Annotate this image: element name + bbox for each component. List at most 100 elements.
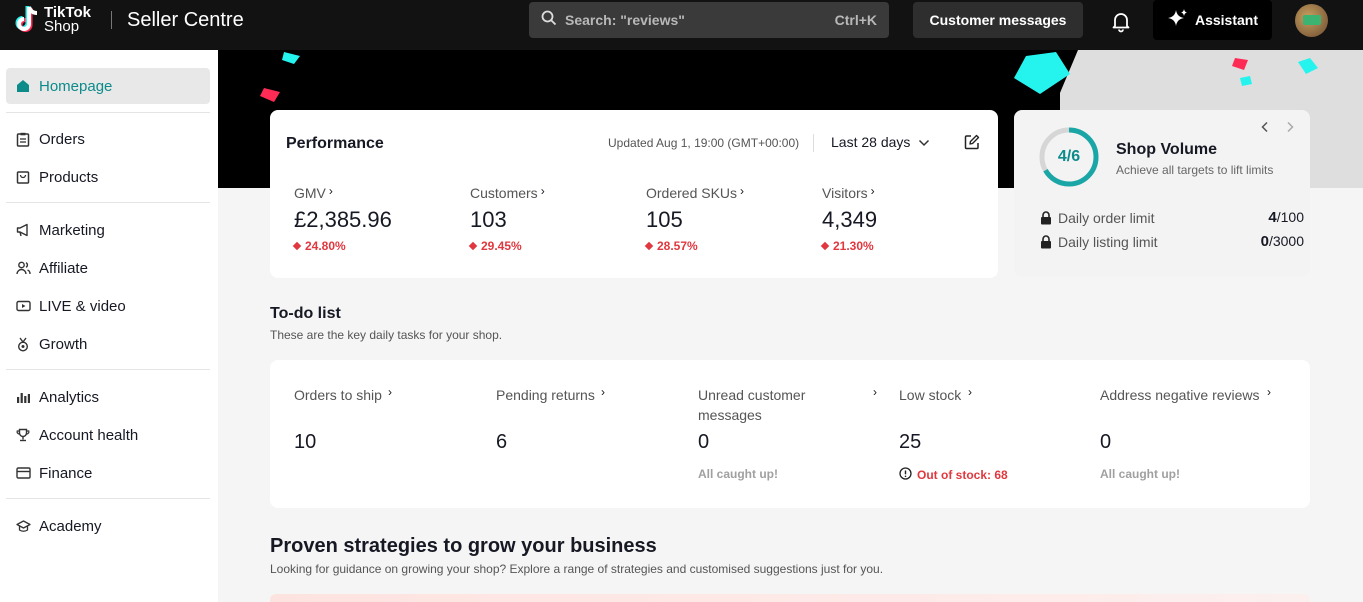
limit-current: 4 <box>1268 209 1277 226</box>
metric-value: 103 <box>470 207 507 232</box>
bar-chart-icon <box>15 389 31 405</box>
top-bar: TikTok Shop Seller Centre Search: "revie… <box>0 0 1363 50</box>
chevron-right-icon[interactable] <box>1285 120 1295 138</box>
metric-label: Visitors <box>822 185 868 201</box>
sidebar-divider <box>6 369 210 370</box>
sidebar-item-homepage[interactable]: Homepage <box>6 68 210 104</box>
metric-change: 24.80% <box>305 239 346 253</box>
shop-volume-card[interactable]: 4/6 Shop Volume Achieve all targets to l… <box>1014 110 1310 277</box>
sidebar-item-live-video[interactable]: LIVE & video <box>6 288 210 324</box>
limit-label: Daily order limit <box>1058 209 1155 226</box>
task-value: 0 <box>698 431 710 453</box>
assistant-button[interactable]: Assistant <box>1153 0 1272 40</box>
sidebar-item-products[interactable]: Products <box>6 159 210 195</box>
sidebar-item-label: Homepage <box>39 77 113 95</box>
tiktok-shop-logo[interactable]: TikTok Shop <box>12 4 91 36</box>
sidebar-item-label: Analytics <box>39 388 100 406</box>
task-label: Low stock <box>899 387 962 403</box>
edit-icon[interactable] <box>964 134 980 150</box>
metric-label: GMV <box>294 185 326 201</box>
search-bar[interactable]: Search: "reviews" Ctrl+K <box>529 2 889 38</box>
card-icon <box>15 465 31 481</box>
sidebar-item-analytics[interactable]: Analytics <box>6 379 210 415</box>
task-value: 25 <box>899 431 922 453</box>
sidebar-divider <box>6 498 210 499</box>
lock-icon <box>1040 210 1052 225</box>
metric-change: 28.57% <box>657 239 698 253</box>
sidebar-item-label: Products <box>39 168 99 186</box>
metric-customers[interactable]: Customers › 103 29.45% <box>468 184 545 253</box>
task-label: Unread customer messages <box>698 387 806 423</box>
date-range-select[interactable]: Last 28 days <box>831 134 930 150</box>
search-icon <box>541 10 557 31</box>
metric-change: 29.45% <box>481 239 522 253</box>
sidebar-item-affiliate[interactable]: Affiliate <box>6 250 210 286</box>
task-negative-reviews[interactable]: Address negative reviews › 0 All caught … <box>1100 385 1288 481</box>
sidebar-item-orders[interactable]: Orders <box>6 121 210 157</box>
megaphone-icon <box>15 222 31 238</box>
metric-ordered-skus[interactable]: Ordered SKUs › 105 28.57% <box>644 184 745 253</box>
sidebar-item-marketing[interactable]: Marketing <box>6 212 210 248</box>
sidebar-item-label: Academy <box>39 517 102 535</box>
sidebar-item-label: Growth <box>39 335 88 353</box>
chevron-right-icon: › <box>328 184 333 198</box>
limit-current: 0 <box>1260 233 1269 250</box>
chevron-right-icon: › <box>388 385 392 399</box>
limit-max: /3000 <box>1268 233 1304 249</box>
progress-label: 4/6 <box>1057 148 1081 165</box>
customer-messages-button[interactable]: Customer messages <box>913 2 1083 38</box>
sidebar-item-label: Account health <box>39 426 139 444</box>
task-pending-returns[interactable]: Pending returns › 6 <box>496 385 684 453</box>
task-low-stock[interactable]: Low stock › 25 Out of stock: 68 <box>899 385 1087 482</box>
decrease-icon <box>820 241 830 251</box>
assistant-label: Assistant <box>1194 12 1259 28</box>
sidebar-item-growth[interactable]: Growth <box>6 326 210 362</box>
metric-value: 105 <box>646 207 683 232</box>
sidebar: Homepage Orders Products Marketing Affil… <box>0 50 218 602</box>
confetti-decoration <box>260 52 1318 102</box>
chevron-right-icon: › <box>740 184 745 198</box>
task-note: All caught up! <box>698 467 778 481</box>
search-placeholder: Search: "reviews" <box>565 12 685 28</box>
task-label: Address negative reviews <box>1100 387 1260 403</box>
sidebar-divider <box>6 112 210 113</box>
chevron-left-icon[interactable] <box>1260 120 1270 138</box>
task-unread-messages[interactable]: Unread customer messages › 0 All caught … <box>698 385 877 481</box>
metric-gmv[interactable]: GMV › £2,385.96 24.80% <box>292 184 392 253</box>
limit-label: Daily listing limit <box>1058 233 1158 250</box>
avatar[interactable] <box>1295 4 1328 37</box>
todo-subtitle: These are the key daily tasks for your s… <box>270 328 503 342</box>
task-orders-to-ship[interactable]: Orders to ship › 10 <box>294 385 482 453</box>
decrease-icon <box>644 241 654 251</box>
trophy-icon <box>15 427 31 443</box>
task-note-warning: Out of stock: 68 <box>899 467 1008 483</box>
sidebar-item-finance[interactable]: Finance <box>6 455 210 491</box>
logo-divider <box>111 11 112 29</box>
video-icon <box>15 298 31 314</box>
logo-line-2: Shop <box>44 18 80 35</box>
chevron-right-icon: › <box>968 385 972 399</box>
app-title: Seller Centre <box>127 9 244 31</box>
search-shortcut: Ctrl+K <box>834 12 877 28</box>
home-icon <box>15 78 31 94</box>
graduation-cap-icon <box>15 518 31 534</box>
limit-max: /100 <box>1276 209 1304 225</box>
metric-visitors[interactable]: Visitors › 4,349 21.30% <box>820 184 878 253</box>
sidebar-item-academy[interactable]: Academy <box>6 508 210 544</box>
metric-label: Customers <box>470 185 538 201</box>
task-note-text: Out of stock: 68 <box>917 468 1008 482</box>
metric-value: 4,349 <box>822 207 878 232</box>
warning-circle-icon <box>899 467 912 483</box>
chevron-right-icon: › <box>870 184 875 198</box>
growth-banner[interactable] <box>270 594 1310 602</box>
divider <box>813 134 814 152</box>
metric-value: £2,385.96 <box>294 207 392 232</box>
bell-icon[interactable] <box>1109 9 1133 33</box>
daily-order-limit: Daily order limit 4/100 <box>1040 209 1304 226</box>
sidebar-item-account-health[interactable]: Account health <box>6 417 210 453</box>
tiktok-logo-icon <box>12 4 42 36</box>
bag-icon <box>15 169 31 185</box>
chevron-right-icon: › <box>540 184 545 198</box>
chevron-right-icon: › <box>873 385 877 399</box>
growth-title: Proven strategies to grow your business <box>270 535 657 557</box>
